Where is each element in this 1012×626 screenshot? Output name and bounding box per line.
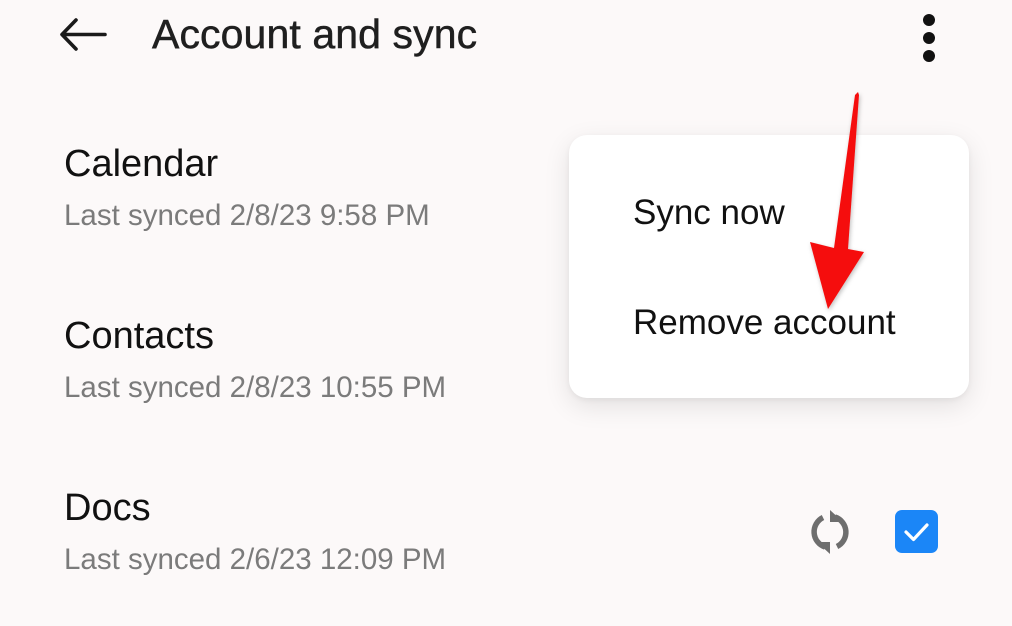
sync-item-last-synced: Last synced 2/8/23 10:55 PM — [64, 371, 447, 404]
menu-item-sync-now[interactable]: Sync now — [569, 155, 969, 265]
sync-item-last-synced: Last synced 2/6/23 12:09 PM — [64, 543, 447, 576]
menu-item-remove-account[interactable]: Remove account — [569, 265, 969, 375]
sync-item-title: Contacts — [64, 315, 214, 357]
sync-item-title: Docs — [64, 487, 151, 529]
sync-item-last-synced: Last synced 2/8/23 9:58 PM — [64, 199, 430, 232]
menu-item-label: Sync now — [633, 193, 785, 232]
sync-item-docs[interactable]: Docs Last synced 2/6/23 12:09 PM — [0, 486, 1012, 626]
menu-item-label: Remove account — [633, 303, 896, 342]
sync-checkbox[interactable] — [895, 510, 938, 553]
sync-icon[interactable] — [806, 508, 854, 556]
overflow-menu: Sync now Remove account — [569, 135, 969, 398]
checkmark-icon — [895, 510, 938, 553]
sync-item-title: Calendar — [64, 143, 219, 185]
